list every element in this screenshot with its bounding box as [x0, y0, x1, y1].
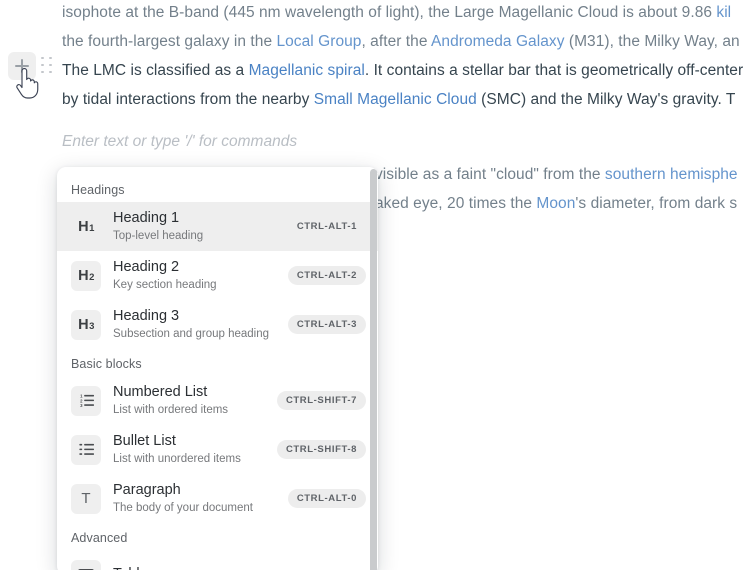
- menu-item-description: List with unordered items: [113, 452, 241, 465]
- paragraph-block-1[interactable]: isophote at the B-band (445 nm wavelengt…: [62, 0, 750, 56]
- text-run: the fourth-largest galaxy in the: [62, 33, 277, 50]
- menu-item-heading-3[interactable]: H 3 Heading 3 Subsection and group heading C…: [57, 300, 378, 349]
- menu-item-description: The body of your document: [113, 501, 253, 514]
- text-run: The LMC is classified as a: [62, 62, 249, 79]
- text-run: (M31), the Milky Way, an: [564, 33, 740, 50]
- inline-link[interactable]: Magellanic spiral: [249, 62, 365, 79]
- menu-scrollbar[interactable]: [370, 169, 377, 570]
- menu-item-text: Table: [113, 566, 366, 570]
- block-handle-group: [8, 52, 62, 80]
- menu-item-title: Heading 1: [113, 209, 180, 226]
- menu-item-bullet-list[interactable]: Bullet List List with unordered items CTRL…: [57, 425, 378, 474]
- menu-item-paragraph[interactable]: T Paragraph The body of your document CTRL-…: [57, 474, 378, 523]
- menu-item-text: Heading 2 Key section heading: [113, 259, 288, 293]
- h1-icon: H1: [78, 218, 95, 235]
- dot: [41, 63, 44, 67]
- slash-command-menu[interactable]: Headings H 1 Heading 1 Top-level heading CTRL…: [57, 167, 378, 570]
- dot: [41, 56, 44, 60]
- drag-handle-icon[interactable]: [41, 56, 55, 76]
- inline-link[interactable]: Local Group: [276, 33, 361, 50]
- menu-section-label-headings: Headings: [71, 183, 125, 197]
- empty-block-placeholder[interactable]: Enter text or type '/' for commands: [62, 127, 297, 156]
- numbered-list-icon: 123: [71, 385, 101, 416]
- text-run: . It contains a stellar bar that is geom…: [364, 62, 744, 79]
- menu-item-title: Numbered List: [113, 383, 208, 400]
- menu-item-numbered-list[interactable]: 1 2 3 Numbered List List with ordered items C…: [57, 376, 378, 425]
- menu-item-description: Subsection and group heading: [113, 327, 270, 340]
- text-run: visible as a faint "cloud" from the: [375, 166, 605, 183]
- menu-item-title: Table: [113, 566, 366, 570]
- plus-icon-vertical: [21, 59, 23, 73]
- inline-link[interactable]: kil: [716, 4, 731, 21]
- menu-item-shortcut: CTRL-ALT-0: [287, 489, 366, 508]
- menu-item-description: List with ordered items: [113, 403, 229, 416]
- menu-item-shortcut: CTRL-ALT-3: [287, 315, 366, 334]
- menu-scroll-area[interactable]: Headings H 1 Heading 1 Top-level heading CTRL…: [57, 167, 378, 570]
- text-line: isophote at the B-band (445 nm wavelengt…: [62, 0, 750, 27]
- menu-item-shortcut: CTRL-SHIFT-7: [276, 391, 366, 410]
- dot: [49, 70, 52, 74]
- menu-item-description: Top-level heading: [113, 229, 204, 242]
- text-line: The LMC is classified as a Magellanic sp…: [62, 56, 750, 85]
- menu-item-title: Paragraph: [113, 481, 181, 498]
- text-run: aked eye, 20 times the: [375, 195, 537, 212]
- svg-text:3: 3: [80, 403, 83, 408]
- text-run: by tidal interactions from the nearby: [62, 91, 314, 108]
- text-line: aked eye, 20 times the Moon's diameter, …: [375, 189, 750, 218]
- text-run: 's diameter, from dark s: [575, 195, 738, 212]
- dot: [49, 63, 52, 67]
- dot: [41, 70, 44, 74]
- menu-item-title: Heading 2: [113, 258, 180, 275]
- menu-item-text: Heading 3 Subsection and group heading: [113, 308, 288, 342]
- bullet-list-icon: [71, 434, 101, 465]
- menu-item-text: Bullet List List with unordered items: [113, 433, 277, 467]
- menu-item-heading-1[interactable]: H 1 Heading 1 Top-level heading CTRL-ALT-1: [57, 202, 378, 251]
- menu-item-text: Paragraph The body of your document: [113, 482, 288, 516]
- menu-item-title: Bullet List: [113, 432, 176, 449]
- text-run: (SMC) and the Milky Way's gravity. T: [476, 91, 736, 108]
- menu-section-label-advanced: Advanced: [71, 531, 128, 545]
- h3-icon: H3: [71, 309, 101, 340]
- text-line: visible as a faint "cloud" from the sout…: [375, 160, 750, 189]
- editor-window: isophote at the B-band (445 nm wavelengt…: [0, 0, 750, 570]
- paragraph-block-3[interactable]: visible as a faint "cloud" from the sout…: [375, 160, 750, 218]
- inline-link[interactable]: Andromeda Galaxy: [431, 33, 564, 50]
- menu-section-label-basic-blocks: Basic blocks: [71, 357, 142, 371]
- text-run: isophote at the B-band (445 nm wavelengt…: [62, 4, 717, 21]
- menu-item-shortcut: CTRL-ALT-2: [287, 266, 366, 285]
- menu-item-description: Key section heading: [113, 278, 217, 291]
- paragraph-icon: T: [71, 483, 101, 514]
- table-icon: [71, 559, 101, 570]
- menu-items-container: Headings H 1 Heading 1 Top-level heading CTRL…: [57, 167, 378, 570]
- h2-icon: H2: [71, 260, 101, 291]
- inline-link[interactable]: Moon: [536, 195, 575, 212]
- text-line: the fourth-largest galaxy in the Local G…: [62, 27, 750, 56]
- menu-item-table[interactable]: Table: [57, 550, 378, 570]
- menu-item-title: Heading 3: [113, 307, 180, 324]
- menu-item-shortcut: CTRL-SHIFT-8: [276, 440, 366, 459]
- menu-item-text: Numbered List List with ordered items: [113, 384, 277, 418]
- menu-item-shortcut: CTRL-ALT-1: [296, 221, 357, 232]
- text-line: by tidal interactions from the nearby Sm…: [62, 85, 750, 114]
- menu-item-heading-2[interactable]: H 2 Heading 2 Key section heading CTRL-ALT-2: [57, 251, 378, 300]
- add-block-button[interactable]: [8, 52, 36, 80]
- dot: [49, 56, 52, 60]
- menu-item-text: Heading 1 Top-level heading: [113, 210, 288, 244]
- paragraph-block-2[interactable]: The LMC is classified as a Magellanic sp…: [62, 56, 750, 114]
- text-run: , after the: [361, 33, 432, 50]
- inline-link[interactable]: southern hemisphe: [605, 166, 738, 183]
- inline-link[interactable]: Small Magellanic Cloud: [314, 91, 477, 108]
